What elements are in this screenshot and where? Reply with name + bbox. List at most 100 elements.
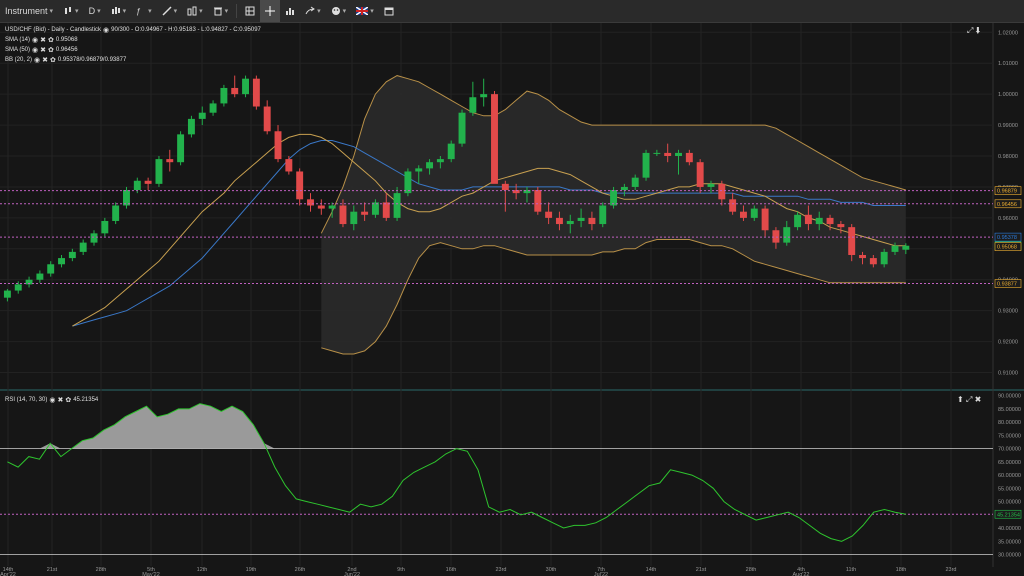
rsi-label: RSI (14, 70, 30) [5,397,48,403]
candle-body [79,242,87,252]
candle-body [155,159,163,184]
price-tick-label: 0.93000 [998,309,1018,315]
compare-button[interactable]: ▾ [182,0,208,22]
candle-body [58,258,65,265]
candle-body [339,205,347,225]
candle-body [501,183,509,191]
candle-body [415,168,423,172]
eye-icon[interactable]: ◉ [103,26,109,34]
gear-icon[interactable]: ✿ [50,56,56,64]
expand-icon[interactable]: ⤢ [967,26,973,35]
candle-body [274,131,282,160]
expand-icon[interactable]: ⤢ [966,395,972,404]
chart-title-legend: USD/CHF (Bid) - Daily - Candlestick ◉ 90… [5,26,261,34]
bb-legend: BB (20, 2) ◉ ✖ ✿ 0.95378/0.96879/0.93877 [5,56,126,64]
x-axis-label: 30th [546,567,557,573]
chart-area[interactable]: 1.020001.010001.000000.990000.980000.970… [0,23,1024,576]
gear-icon[interactable]: ✿ [48,46,54,54]
chevron-down-icon: ▾ [342,8,347,15]
chevron-down-icon: ▾ [224,8,229,15]
x-axis-label: 14th [646,567,657,573]
toolbar-divider [236,4,238,18]
candle-body [220,87,228,104]
candle-body [534,190,542,212]
price-tick-label: 0.99000 [998,123,1018,129]
volume-button[interactable] [280,0,300,22]
candle-style-button[interactable]: ▾ [106,0,132,22]
bar-chart-icon [286,8,295,15]
rsi-tick-label: 80.00000 [998,420,1021,426]
candle [642,149,650,181]
price-tag: 0.93877 [994,279,1022,288]
close-icon[interactable]: ✖ [40,46,46,54]
x-axis-month-label: Apr'22 [0,572,16,576]
pencil-icon [162,6,172,16]
candle-body [436,159,444,163]
theme-button[interactable]: ▾ [326,0,352,22]
close-icon[interactable]: ✖ [57,396,63,404]
rsi-tick-label: 35.00000 [998,539,1021,545]
candle [242,75,250,98]
x-axis-label: 12th [197,567,208,573]
rsi-tick-label: 55.00000 [998,486,1021,492]
candle-body [404,171,412,194]
share-button[interactable]: ▾ [300,0,326,22]
candle-body [696,162,704,187]
rsi-tick-label: 90.00000 [998,394,1021,400]
eye-icon[interactable]: ◉ [34,56,40,64]
candle [155,156,163,187]
candle-body [783,227,791,243]
chevron-down-icon: ▾ [173,8,178,15]
candle-body [794,214,802,228]
language-button[interactable]: ▾ [351,0,379,22]
rsi-legend: RSI (14, 70, 30) ◉ ✖ ✿ 45.21354 [5,396,98,404]
price-tag-label: 0.96456 [997,202,1017,208]
close-icon[interactable]: ✖ [975,395,982,404]
arrow-up-icon[interactable]: ⬆ [957,395,964,404]
candle-body [631,177,639,187]
candle-body [491,94,498,184]
crosshair-button[interactable] [260,0,281,22]
eye-icon[interactable]: ◉ [32,36,38,44]
price-chart-svg[interactable]: 1.020001.010001.000000.990000.980000.970… [0,23,1024,576]
candle [491,91,498,184]
close-icon[interactable]: ✖ [40,36,46,44]
delete-drawings-button[interactable]: ▾ [208,0,234,22]
candle-body [653,152,661,154]
instrument-selector[interactable]: Instrument ▾ [0,0,58,22]
timeframe-selector[interactable]: D ▾ [84,0,106,22]
chart-type-button[interactable]: ▾ [58,0,84,22]
popout-button[interactable] [379,0,399,22]
sma50-label: SMA (50) [5,47,31,53]
sma14-legend: SMA (14) ◉ ✖ ✿ 0.95068 [5,36,78,44]
candle-body [545,211,553,218]
candle-body [869,258,877,265]
candle-body [350,211,358,225]
price-tick-label: 0.96000 [998,216,1018,222]
layout-button[interactable] [240,0,260,22]
candle-body [458,112,466,144]
draw-tool-button[interactable]: ▾ [157,0,183,22]
price-tick-label: 1.00000 [998,92,1018,98]
eye-icon[interactable]: ◉ [49,396,55,404]
x-axis-label: 19th [246,567,257,573]
indicators-button[interactable]: ƒ ▾ [131,0,157,22]
eye-icon[interactable]: ◉ [32,46,38,54]
candle-body [664,152,672,157]
x-axis-label: 26th [295,567,306,573]
candle-body [307,199,314,206]
candle-body [447,143,455,160]
candles-icon [111,7,120,14]
gear-icon[interactable]: ✿ [48,36,54,44]
candle-body [804,214,812,225]
close-icon[interactable]: ✖ [42,56,48,64]
candle-body [826,217,834,225]
gear-icon[interactable]: ✿ [65,396,71,404]
arrow-down-icon[interactable]: ⬇ [976,26,981,35]
candle-body [750,208,758,218]
share-icon [305,6,316,15]
candle-body [133,180,141,191]
crosshair-icon [265,6,276,16]
candle-body [859,254,866,259]
candle-body [101,220,109,234]
